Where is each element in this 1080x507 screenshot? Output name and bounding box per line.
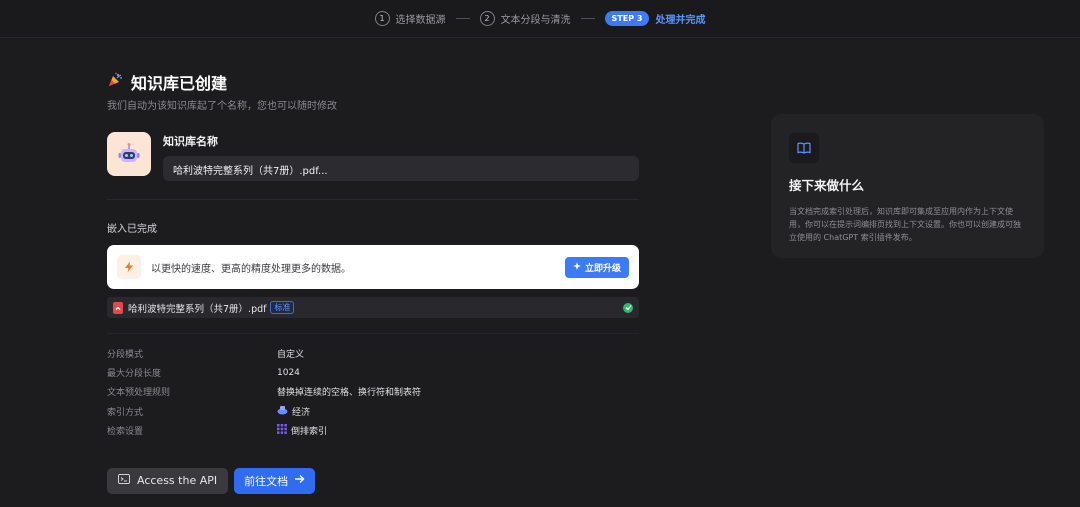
title-row: 知识库已创建 <box>107 70 639 94</box>
access-api-label: Access the API <box>137 474 218 488</box>
check-circle-icon <box>623 302 633 313</box>
settings-key: 索引方式 <box>107 407 144 418</box>
upgrade-button-label: 立即升级 <box>584 263 621 274</box>
settings-value: 自定义 <box>277 347 304 360</box>
page-subtitle: 我们自动为该知识库起了个名称，您也可以随时修改 <box>107 101 337 112</box>
terminal-icon <box>118 474 130 487</box>
settings-value-text: 经济 <box>292 407 311 418</box>
settings-value-text: 1024 <box>277 367 300 378</box>
settings-value-text: 倒排索引 <box>291 426 328 437</box>
next-steps-title: 接下来做什么 <box>789 178 865 193</box>
arrow-right-icon <box>294 474 305 487</box>
file-row[interactable]: 哈利波特完整系列（共7册）.pdf 标准 <box>107 297 639 318</box>
party-popper-icon <box>107 72 123 92</box>
upgrade-button[interactable]: 立即升级 <box>564 256 629 278</box>
divider <box>107 333 639 334</box>
inverted-index-icon <box>277 423 287 437</box>
book-icon <box>789 133 819 163</box>
stepper: 1 选择数据源 2 文本分段与清洗 STEP 3 处理并完成 <box>0 0 1080 38</box>
step-1-label: 选择数据源 <box>395 15 446 26</box>
step-1-number: 1 <box>374 11 390 26</box>
step-2: 2 文本分段与清洗 <box>479 11 571 26</box>
step-3: STEP 3 处理并完成 <box>604 11 706 26</box>
pdf-file-icon <box>113 301 123 314</box>
upgrade-card: 以更快的速度、更高的精度处理更多的数据。 立即升级 <box>107 245 639 289</box>
settings-row: 最大分段长度 1024 <box>107 363 639 382</box>
kb-name-section: 知识库名称 哈利波特完整系列（共7册）.pdf... <box>107 132 639 181</box>
kb-name-input[interactable]: 哈利波特完整系列（共7册）.pdf... <box>163 156 639 181</box>
embedding-status-label: 嵌入已完成 <box>107 224 157 235</box>
step-2-label: 文本分段与清洗 <box>500 15 571 26</box>
settings-key: 文本预处理规则 <box>107 388 171 399</box>
step-separator <box>455 18 470 19</box>
next-steps-description: 当文档完成索引处理后，知识库即可集成至应用内作为上下文使用，你可以在提示词编排页… <box>789 207 1021 242</box>
page-title: 知识库已创建 <box>131 74 228 93</box>
settings-value: 经济 <box>277 405 310 418</box>
go-to-docs-button[interactable]: 前往文档 <box>234 467 316 494</box>
step-1: 1 选择数据源 <box>374 11 446 26</box>
settings-row: 索引方式 经济 <box>107 402 639 421</box>
lightning-icon <box>117 255 141 279</box>
main-panel: 知识库已创建 我们自动为该知识库起了个名称，您也可以随时修改 知识库名称 哈利波… <box>107 70 639 494</box>
file-name: 哈利波特完整系列（共7册）.pdf <box>128 303 267 315</box>
file-badge: 标准 <box>270 301 295 314</box>
settings-key: 检索设置 <box>107 426 144 437</box>
next-steps-card: 接下来做什么 当文档完成索引处理后，知识库即可集成至应用内作为上下文使用，你可以… <box>771 114 1044 258</box>
go-to-docs-label: 前往文档 <box>244 474 289 488</box>
settings-value-text: 替换掉连续的空格、换行符和制表符 <box>277 388 422 399</box>
divider <box>107 199 639 200</box>
kb-name-column: 知识库名称 哈利波特完整系列（共7册）.pdf... <box>163 132 639 181</box>
economy-icon <box>277 405 288 418</box>
step-3-pill: STEP 3 <box>604 11 650 26</box>
upgrade-text: 以更快的速度、更高的精度处理更多的数据。 <box>151 263 351 275</box>
robot-avatar-icon[interactable] <box>107 132 151 176</box>
step-2-number: 2 <box>479 11 495 26</box>
step-separator <box>580 18 595 19</box>
settings-value-text: 自定义 <box>277 350 305 361</box>
settings-row: 检索设置 倒排索引 <box>107 421 639 440</box>
settings-key: 最大分段长度 <box>107 369 162 380</box>
settings-row: 文本预处理规则 替换掉连续的空格、换行符和制表符 <box>107 382 639 401</box>
settings-value: 替换掉连续的空格、换行符和制表符 <box>277 385 421 398</box>
settings-value: 倒排索引 <box>277 423 328 437</box>
access-api-button[interactable]: Access the API <box>107 467 229 494</box>
settings-table: 分段模式 自定义 最大分段长度 1024 文本预处理规则 替换掉连续的空格、换行… <box>107 344 639 440</box>
settings-value: 1024 <box>277 368 300 378</box>
settings-row: 分段模式 自定义 <box>107 344 639 363</box>
kb-name-label: 知识库名称 <box>163 135 218 148</box>
settings-key: 分段模式 <box>107 350 144 361</box>
actions: Access the API 前往文档 <box>107 467 639 494</box>
step-3-label: 处理并完成 <box>655 15 706 26</box>
sparkle-icon <box>572 261 581 273</box>
